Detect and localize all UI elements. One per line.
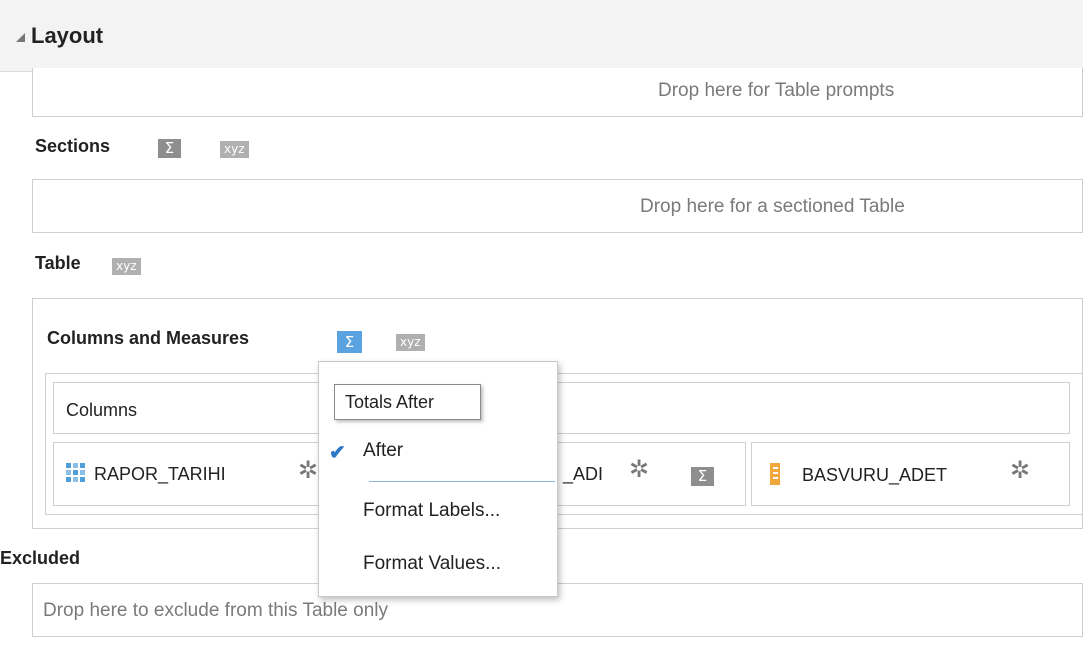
- gear-icon[interactable]: ✲: [1010, 459, 1030, 483]
- column-chip-basvuru-adet[interactable]: BASVURU_ADET ✲: [751, 442, 1070, 506]
- gear-icon[interactable]: ✲: [629, 458, 649, 482]
- column-name: _ADI: [563, 464, 604, 484]
- sections-drop-zone[interactable]: Drop here for a sectioned Table: [32, 179, 1083, 233]
- excluded-label: Excluded: [0, 548, 81, 568]
- sections-label: Sections: [35, 136, 111, 156]
- column-chip-rapor-tarihi[interactable]: RAPOR_TARIHI ✲: [53, 442, 323, 506]
- menu-item-format-values[interactable]: Format Values...: [363, 553, 501, 575]
- totals-tooltip: Totals After: [334, 384, 481, 420]
- columns-header-row: Columns: [53, 382, 1070, 434]
- checkmark-icon: ✔: [329, 442, 346, 464]
- collapse-triangle-icon[interactable]: [16, 33, 25, 42]
- measure-ruler-icon: [770, 463, 780, 485]
- drop-zone-text: Drop here to exclude from this Table onl…: [43, 600, 388, 621]
- table-prompts-drop-zone[interactable]: Drop here for Table prompts: [32, 68, 1083, 117]
- drop-zone-text: Drop here for Table prompts: [658, 80, 895, 101]
- menu-item-after[interactable]: After: [363, 440, 403, 462]
- layout-panel-header: Layout: [0, 0, 1083, 72]
- drop-zone-text: Drop here for a sectioned Table: [640, 196, 905, 217]
- table-label: Table: [35, 253, 81, 273]
- column-name: RAPOR_TARIHI: [94, 464, 226, 484]
- column-totals-sigma-icon[interactable]: Σ: [691, 467, 714, 486]
- sections-format-xyz-icon[interactable]: xyz: [220, 141, 249, 158]
- columns-header-label: Columns: [66, 400, 138, 420]
- sections-totals-sigma-icon[interactable]: Σ: [158, 139, 181, 158]
- columns-totals-sigma-icon[interactable]: Σ: [337, 331, 362, 353]
- menu-separator: [369, 481, 555, 482]
- column-name: BASVURU_ADET: [802, 465, 948, 485]
- table-format-xyz-icon[interactable]: xyz: [112, 258, 141, 275]
- gear-icon[interactable]: ✲: [298, 459, 318, 483]
- columns-format-xyz-icon[interactable]: xyz: [396, 334, 425, 351]
- menu-item-format-labels[interactable]: Format Labels...: [363, 500, 500, 522]
- columns-and-measures-label: Columns and Measures: [47, 328, 250, 348]
- panel-title: Layout: [31, 23, 104, 48]
- attribute-grid-icon: [66, 463, 85, 482]
